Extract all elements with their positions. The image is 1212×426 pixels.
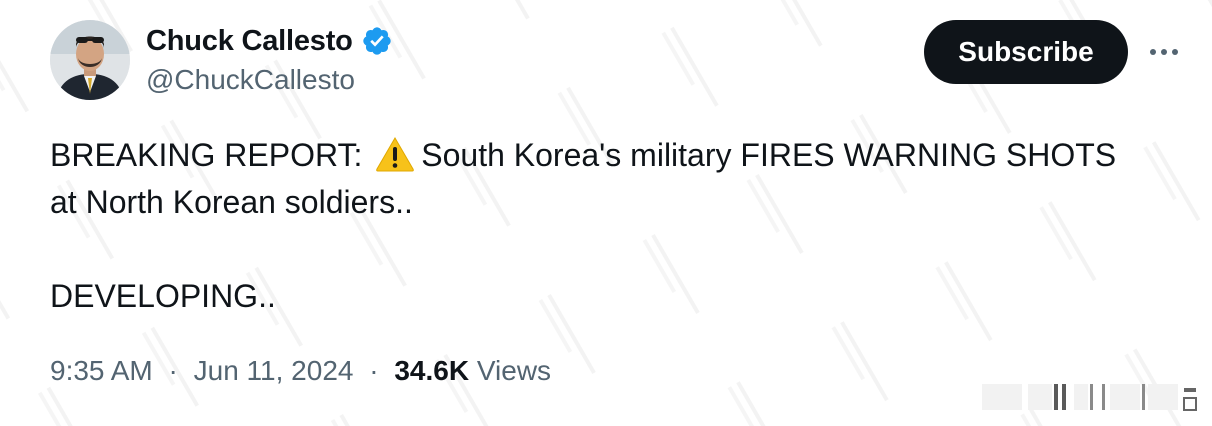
avatar-image (50, 20, 130, 100)
subscribe-button[interactable]: Subscribe (924, 20, 1128, 84)
views-count: 34.6K (394, 355, 470, 386)
tweet-line-2: at North Korean soldiers.. (50, 184, 413, 220)
more-horizontal-icon (1150, 49, 1156, 55)
verified-badge-icon[interactable] (361, 25, 393, 57)
meta-separator: · (168, 355, 178, 386)
author-name-row: Chuck Callesto (146, 24, 393, 58)
tweet-line-1-prefix: BREAKING REPORT: (50, 137, 363, 173)
meta-separator: · (369, 355, 379, 386)
tweet-line-3: DEVELOPING.. (50, 278, 276, 314)
warning-icon (376, 137, 415, 172)
tweet-time[interactable]: 9:35 AM (50, 355, 153, 386)
tweet-card: Chuck Callesto @ChuckCallesto Subscribe … (0, 0, 1212, 426)
watermark-logo (982, 384, 1197, 411)
author-handle[interactable]: @ChuckCallesto (146, 64, 355, 96)
views-label: Views (476, 355, 552, 386)
tweet-line-1-suffix: South Korea's military FIRES WARNING SHO… (421, 137, 1117, 173)
tweet-text: BREAKING REPORT: South Korea's military … (50, 132, 1180, 320)
author-display-name[interactable]: Chuck Callesto (146, 25, 353, 58)
tweet-date[interactable]: Jun 11, 2024 (194, 355, 354, 386)
more-options-button[interactable] (1144, 36, 1184, 68)
more-horizontal-icon (1172, 49, 1178, 55)
tweet-meta: 9:35 AM · Jun 11, 2024 · 34.6K Views (50, 355, 551, 387)
avatar[interactable] (50, 20, 130, 100)
tweet-line-1: BREAKING REPORT: South Korea's military … (50, 132, 1180, 179)
more-horizontal-icon (1161, 49, 1167, 55)
